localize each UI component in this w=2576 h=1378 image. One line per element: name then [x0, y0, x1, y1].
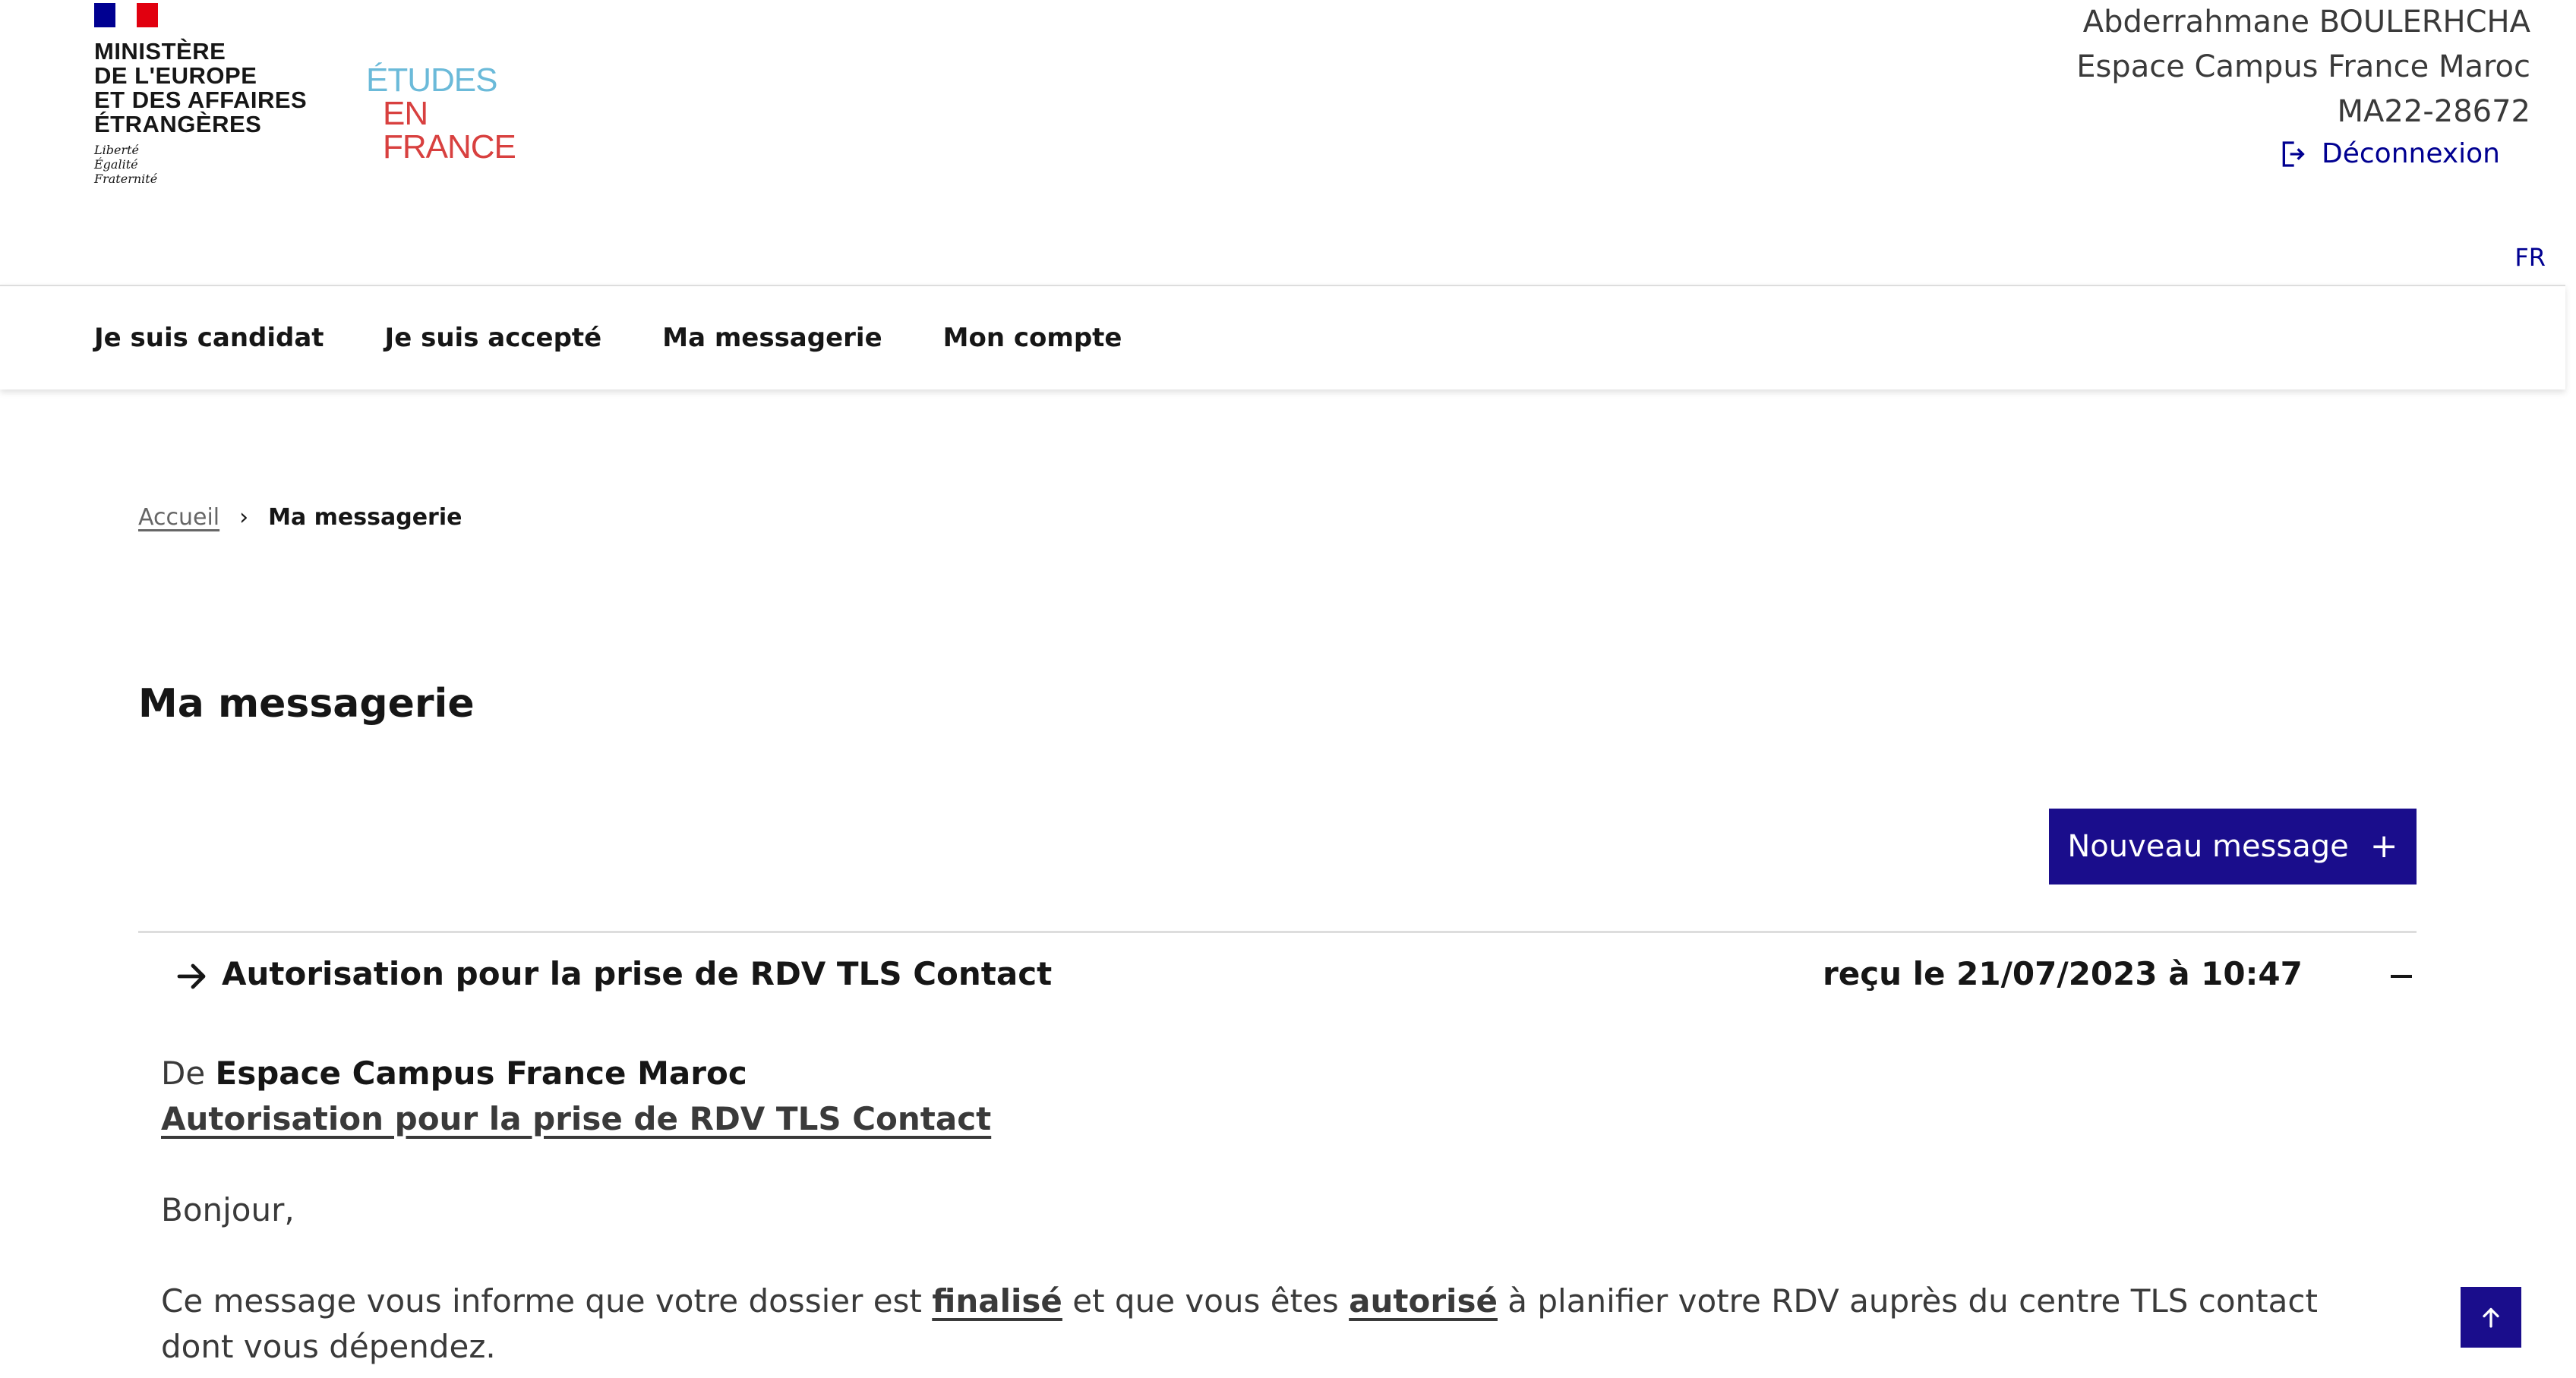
french-flag-icon	[94, 3, 158, 27]
etudes-logo-line1: ÉTUDES	[366, 61, 497, 99]
chevron-right-icon: ›	[239, 504, 249, 531]
ministry-logo[interactable]: MINISTÈRE DE L'EUROPE ET DES AFFAIRES ÉT…	[94, 3, 337, 186]
new-message-button[interactable]: Nouveau message +	[2049, 809, 2417, 885]
motto-line: Liberté	[94, 143, 139, 157]
main-nav: Je suis candidat Je suis accepté Ma mess…	[0, 285, 2565, 389]
ministry-name: MINISTÈRE DE L'EUROPE ET DES AFFAIRES ÉT…	[94, 39, 337, 137]
back-to-top-button[interactable]	[2461, 1287, 2521, 1348]
motto-line: Fraternité	[94, 172, 158, 186]
user-info: Abderrahmane BOULERHCHA Espace Campus Fr…	[2076, 0, 2530, 134]
logout-link[interactable]: Déconnexion	[2278, 138, 2500, 169]
arrow-up-icon	[2483, 1307, 2499, 1328]
user-id: MA22-28672	[2337, 94, 2530, 129]
breadcrumb-home-link[interactable]: Accueil	[138, 504, 219, 531]
logout-icon	[2282, 140, 2305, 167]
user-espace: Espace Campus France Maroc	[2076, 49, 2530, 84]
message-subject: Autorisation pour la prise de RDV TLS Co…	[222, 955, 1053, 992]
ministry-line: MINISTÈRE	[94, 38, 226, 65]
message-from: De Espace Campus France Maroc	[161, 1051, 2363, 1096]
body-emphasis-autorise: autorisé	[1349, 1282, 1498, 1320]
breadcrumb: Accueil › Ma messagerie	[138, 504, 462, 531]
message-date: reçu le 21/07/2023 à 10:47	[1823, 955, 2303, 992]
nav-item-messagerie[interactable]: Ma messagerie	[662, 323, 882, 353]
from-prefix: De	[161, 1055, 206, 1092]
new-message-label: Nouveau message	[2067, 829, 2349, 864]
message-subject-line: Autorisation pour la prise de RDV TLS Co…	[161, 1096, 2363, 1142]
page-title: Ma messagerie	[138, 680, 475, 727]
nav-item-candidat[interactable]: Je suis candidat	[94, 323, 324, 353]
ministry-line: ÉTRANGÈRES	[94, 111, 262, 137]
etudes-en-france-logo[interactable]: ÉTUDES EN FRANCE	[366, 64, 548, 164]
message-content: Ce message vous informe que votre dossie…	[161, 1279, 2363, 1370]
nav-item-compte[interactable]: Mon compte	[943, 323, 1122, 353]
user-name: Abderrahmane BOULERHCHA	[2082, 5, 2530, 39]
ministry-line: ET DES AFFAIRES	[94, 87, 308, 113]
body-emphasis-finalise: finalisé	[932, 1282, 1062, 1320]
message-body: De Espace Campus France Maroc Autorisati…	[161, 1051, 2363, 1370]
site-header: MINISTÈRE DE L'EUROPE ET DES AFFAIRES ÉT…	[0, 0, 2576, 285]
from-sender: Espace Campus France Maroc	[215, 1055, 747, 1092]
body-text: Ce message vous informe que votre dossie…	[161, 1282, 933, 1320]
message-subject-link[interactable]: Autorisation pour la prise de RDV TLS Co…	[161, 1100, 991, 1137]
motto-line: Égalité	[94, 157, 138, 172]
nav-item-accepte[interactable]: Je suis accepté	[385, 323, 602, 353]
breadcrumb-current: Ma messagerie	[268, 504, 462, 531]
logout-label: Déconnexion	[2322, 138, 2500, 169]
plus-icon: +	[2369, 827, 2398, 866]
collapse-minus-icon[interactable]	[2391, 975, 2412, 978]
message-accordion-header[interactable]: Autorisation pour la prise de RDV TLS Co…	[138, 935, 2417, 1019]
etudes-logo-line2: EN FRANCE	[383, 95, 516, 166]
message-greeting: Bonjour,	[161, 1191, 295, 1228]
body-text: et que vous êtes	[1062, 1282, 1350, 1320]
arrow-right-icon	[177, 963, 206, 989]
page: MINISTÈRE DE L'EUROPE ET DES AFFAIRES ÉT…	[0, 0, 2576, 1378]
ministry-line: DE L'EUROPE	[94, 62, 257, 89]
divider	[138, 931, 2417, 933]
language-selector[interactable]: FR	[2514, 243, 2546, 272]
republic-motto: Liberté Égalité Fraternité	[94, 143, 337, 186]
